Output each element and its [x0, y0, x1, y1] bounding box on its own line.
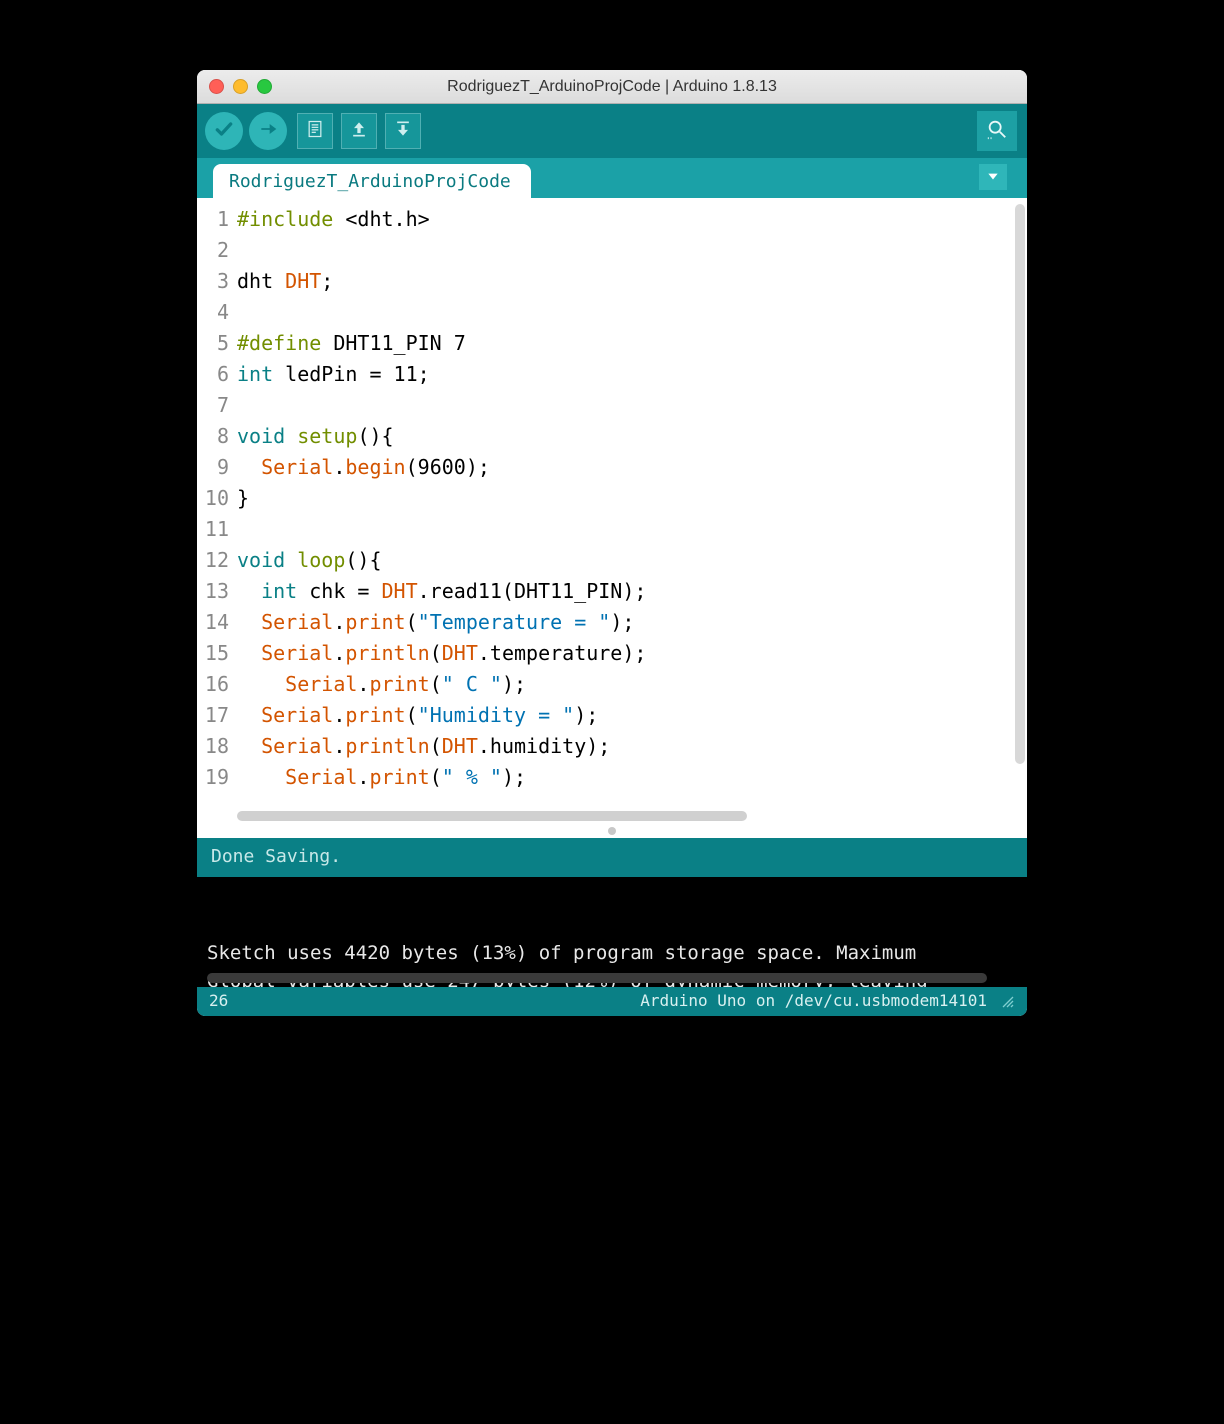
- vertical-scrollbar[interactable]: [1015, 204, 1025, 764]
- line-number: 10: [197, 483, 229, 514]
- line-number: 2: [197, 235, 229, 266]
- verify-button[interactable]: [205, 112, 243, 150]
- console-line: Sketch uses 4420 bytes (13%) of program …: [207, 939, 1017, 967]
- file-icon: [305, 119, 325, 143]
- tab-bar: RodriguezT_ArduinoProjCode: [197, 158, 1027, 198]
- upload-button[interactable]: [249, 112, 287, 150]
- code-line[interactable]: Serial.print(" % ");: [237, 762, 1027, 793]
- code-line[interactable]: void loop(){: [237, 545, 1027, 576]
- line-number: 19: [197, 762, 229, 793]
- arrow-up-icon: [349, 119, 369, 143]
- grip-dot-icon: [608, 827, 616, 835]
- resize-grip-icon[interactable]: [1001, 994, 1015, 1008]
- minimize-window-button[interactable]: [233, 79, 248, 94]
- code-line[interactable]: Serial.println(DHT.humidity);: [237, 731, 1027, 762]
- code-line[interactable]: Serial.println(DHT.temperature);: [237, 638, 1027, 669]
- line-number: 6: [197, 359, 229, 390]
- chevron-down-icon: [986, 168, 1000, 187]
- line-number: 9: [197, 452, 229, 483]
- arrow-down-icon: [393, 119, 413, 143]
- code-line[interactable]: Serial.begin(9600);: [237, 452, 1027, 483]
- check-icon: [214, 119, 234, 143]
- line-number-indicator: 26: [209, 991, 228, 1010]
- code-line[interactable]: [237, 297, 1027, 328]
- zoom-window-button[interactable]: [257, 79, 272, 94]
- new-sketch-button[interactable]: [297, 113, 333, 149]
- line-number: 4: [197, 297, 229, 328]
- line-number: 18: [197, 731, 229, 762]
- serial-monitor-button[interactable]: [977, 111, 1017, 151]
- line-number-gutter: 12345678910111213141516171819: [197, 198, 235, 808]
- code-line[interactable]: #include <dht.h>: [237, 204, 1027, 235]
- sketch-tab[interactable]: RodriguezT_ArduinoProjCode: [213, 164, 531, 198]
- close-window-button[interactable]: [209, 79, 224, 94]
- line-number: 15: [197, 638, 229, 669]
- arduino-window: RodriguezT_ArduinoProjCode | Arduino 1.8…: [197, 70, 1027, 1016]
- code-line[interactable]: int ledPin = 11;: [237, 359, 1027, 390]
- board-port-info: Arduino Uno on /dev/cu.usbmodem14101: [640, 991, 987, 1010]
- status-bar: Done Saving.: [197, 838, 1027, 877]
- line-number: 16: [197, 669, 229, 700]
- horizontal-scrollbar[interactable]: [237, 811, 747, 821]
- code-line[interactable]: [237, 514, 1027, 545]
- editor-area: 12345678910111213141516171819 #include <…: [197, 198, 1027, 838]
- code-line[interactable]: }: [237, 483, 1027, 514]
- titlebar[interactable]: RodriguezT_ArduinoProjCode | Arduino 1.8…: [197, 70, 1027, 104]
- line-number: 1: [197, 204, 229, 235]
- line-number: 11: [197, 514, 229, 545]
- line-number: 5: [197, 328, 229, 359]
- console-output[interactable]: Sketch uses 4420 bytes (13%) of program …: [197, 877, 1027, 987]
- line-number: 13: [197, 576, 229, 607]
- code-line[interactable]: dht DHT;: [237, 266, 1027, 297]
- code-content[interactable]: #include <dht.h> dht DHT; #define DHT11_PI…: [235, 198, 1027, 808]
- open-sketch-button[interactable]: [341, 113, 377, 149]
- code-line[interactable]: int chk = DHT.read11(DHT11_PIN);: [237, 576, 1027, 607]
- line-number: 14: [197, 607, 229, 638]
- line-number: 7: [197, 390, 229, 421]
- code-line[interactable]: Serial.print("Humidity = ");: [237, 700, 1027, 731]
- code-editor[interactable]: 12345678910111213141516171819 #include <…: [197, 198, 1027, 808]
- toolbar: [197, 104, 1027, 158]
- line-number: 12: [197, 545, 229, 576]
- traffic-lights: [209, 79, 272, 94]
- window-title: RodriguezT_ArduinoProjCode | Arduino 1.8…: [197, 78, 1027, 96]
- line-number: 3: [197, 266, 229, 297]
- code-line[interactable]: Serial.print("Temperature = ");: [237, 607, 1027, 638]
- serial-monitor-icon: [986, 118, 1008, 144]
- code-line[interactable]: void setup(){: [237, 421, 1027, 452]
- footer-bar: 26 Arduino Uno on /dev/cu.usbmodem14101: [197, 987, 1027, 1016]
- horizontal-scrollbar-area: [197, 808, 1027, 824]
- arrow-right-icon: [258, 119, 278, 143]
- editor-resize-handle[interactable]: [197, 824, 1027, 838]
- line-number: 17: [197, 700, 229, 731]
- code-line[interactable]: Serial.print(" C ");: [237, 669, 1027, 700]
- code-line[interactable]: #define DHT11_PIN 7: [237, 328, 1027, 359]
- line-number: 8: [197, 421, 229, 452]
- console-scrollbar[interactable]: [207, 973, 987, 983]
- save-sketch-button[interactable]: [385, 113, 421, 149]
- code-line[interactable]: [237, 235, 1027, 266]
- code-line[interactable]: [237, 390, 1027, 421]
- tab-menu-button[interactable]: [979, 164, 1007, 190]
